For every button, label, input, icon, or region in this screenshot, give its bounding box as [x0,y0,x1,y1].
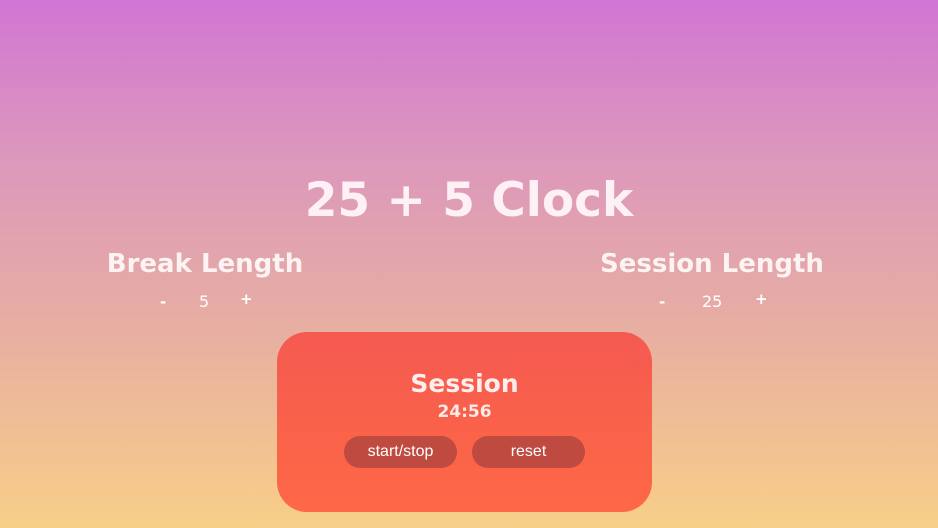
break-length-label: Break Length [106,249,304,279]
reset-button[interactable]: reset [472,436,585,468]
timer-controls: start/stop reset [277,436,652,468]
session-increment-button[interactable]: + [755,288,768,310]
session-length-label: Session Length [600,249,824,279]
page-title: 25 + 5 Clock [304,173,634,229]
timer-label: Session [410,369,519,398]
break-decrement-button[interactable]: - [160,291,166,313]
break-increment-button[interactable]: + [240,288,253,310]
session-decrement-button[interactable]: - [659,291,665,313]
start-stop-button[interactable]: start/stop [344,436,457,468]
break-length-controls: - 5 + [85,288,325,318]
session-length-value: 25 [702,292,723,311]
timer-card: Session 24:56 start/stop reset [277,332,652,512]
break-length-value: 5 [199,292,210,311]
break-length-panel: Break Length - 5 + [85,246,325,318]
time-left-display: 24:56 [437,402,492,422]
session-length-panel: Session Length - 25 + [592,246,832,318]
session-length-controls: - 25 + [592,288,832,318]
